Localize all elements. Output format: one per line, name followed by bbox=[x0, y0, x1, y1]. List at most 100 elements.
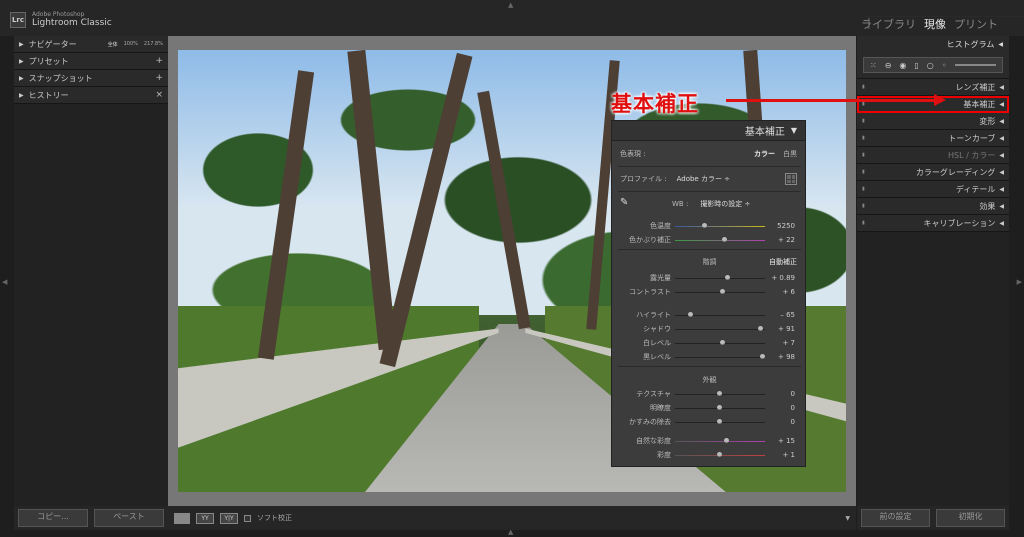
panel-calibration[interactable]: ▮ キャリブレーション ◀ bbox=[857, 215, 1009, 232]
wb-dropdown[interactable]: 撮影時の設定 ÷ bbox=[700, 199, 750, 209]
switch-icon[interactable]: ▮ bbox=[862, 84, 872, 90]
switch-icon[interactable]: ▮ bbox=[862, 135, 872, 141]
zoom-custom[interactable]: 217.8% bbox=[144, 41, 163, 47]
switch-icon[interactable]: ▮ bbox=[862, 186, 872, 192]
healing-icon[interactable]: ⊖ bbox=[885, 61, 892, 70]
presets-header[interactable]: ▶ プリセット + bbox=[14, 53, 168, 70]
tint-slider[interactable] bbox=[675, 236, 765, 244]
before-after-split-button[interactable]: Y|Y bbox=[220, 512, 238, 524]
graduated-filter-icon[interactable]: ▯ bbox=[914, 61, 918, 70]
snapshots-label: スナップショット bbox=[28, 73, 93, 83]
slider-value[interactable]: – 65 bbox=[765, 311, 801, 319]
slider-label: 彩度 bbox=[657, 451, 671, 459]
texture-slider[interactable] bbox=[675, 390, 765, 398]
expand-icon: ▶ bbox=[19, 91, 24, 99]
slider-label: 白レベル bbox=[643, 339, 671, 347]
navigator-header[interactable]: ▶ ナビゲーター 全体 100% 217.8% bbox=[14, 36, 168, 53]
blacks-slider[interactable] bbox=[675, 353, 766, 361]
dehaze-slider[interactable] bbox=[675, 418, 765, 426]
slider-value[interactable]: + 1 bbox=[765, 451, 801, 459]
zoom-fit[interactable]: 全体 bbox=[108, 41, 118, 48]
highlights-slider[interactable] bbox=[675, 311, 765, 319]
divider bbox=[618, 366, 801, 367]
panel-hsl[interactable]: ▮ HSL / カラー ◀ bbox=[857, 147, 1009, 164]
saturation-slider[interactable] bbox=[675, 451, 765, 459]
collapse-icon[interactable]: ▼ bbox=[791, 126, 797, 135]
switch-icon[interactable]: ▮ bbox=[862, 152, 872, 158]
panel-tone-curve[interactable]: ▮ トーンカーブ ◀ bbox=[857, 130, 1009, 147]
crop-icon[interactable]: ⁙ bbox=[870, 61, 877, 70]
exposure-slider[interactable] bbox=[675, 274, 765, 282]
wb-row: ✎ WB : 撮影時の設定 ÷ bbox=[620, 197, 797, 211]
switch-icon[interactable]: ▮ bbox=[862, 118, 872, 124]
histogram-header[interactable]: ヒストグラム ◀ bbox=[857, 36, 1009, 53]
slider-label: ハイライト bbox=[636, 311, 671, 319]
slider-value[interactable]: + 22 bbox=[765, 236, 801, 244]
slider-value[interactable]: 0 bbox=[765, 418, 801, 426]
right-panel-toggle-icon[interactable]: ▶ bbox=[1017, 278, 1022, 286]
soft-proof-label: ソフト校正 bbox=[257, 514, 292, 522]
panel-effects[interactable]: ▮ 効果 ◀ bbox=[857, 198, 1009, 215]
expand-icon: ▶ bbox=[19, 57, 24, 65]
contrast-slider[interactable] bbox=[675, 288, 765, 296]
treatment-bw-button[interactable]: 白黒 bbox=[783, 149, 797, 159]
brush-size-bar[interactable] bbox=[954, 64, 996, 66]
add-preset-button[interactable]: + bbox=[155, 56, 163, 66]
shadows-slider[interactable] bbox=[675, 325, 765, 333]
left-panel-toggle-icon[interactable]: ◀ bbox=[2, 278, 7, 286]
zoom-100[interactable]: 100% bbox=[124, 41, 138, 47]
basic-panel-header[interactable]: 基本補正 ▼ bbox=[612, 121, 805, 141]
loupe-view-button[interactable] bbox=[174, 512, 190, 524]
panel-transform[interactable]: ▮ 変形 ◀ bbox=[857, 113, 1009, 130]
eyedropper-icon[interactable]: ✎ bbox=[620, 197, 634, 211]
panel-color-grading[interactable]: ▮ カラーグレーディング ◀ bbox=[857, 164, 1009, 181]
soft-proof-checkbox[interactable] bbox=[244, 514, 251, 522]
add-snapshot-button[interactable]: + bbox=[155, 73, 163, 83]
whites-slider[interactable] bbox=[675, 339, 765, 347]
reset-button[interactable]: 初期化 bbox=[936, 509, 1005, 527]
top-panel-toggle-icon[interactable]: ▲ bbox=[508, 1, 513, 9]
panel-label: カラーグレーディング bbox=[915, 167, 996, 177]
vibrance-slider[interactable] bbox=[675, 437, 765, 445]
collapse-icon[interactable]: ◀ bbox=[998, 41, 1003, 48]
history-header[interactable]: ▶ ヒストリー × bbox=[14, 87, 168, 104]
slider-value[interactable]: + 0.89 bbox=[765, 274, 801, 282]
slider-value[interactable]: + 15 bbox=[765, 437, 801, 445]
slider-value[interactable]: 0 bbox=[765, 390, 801, 398]
snapshots-header[interactable]: ▶ スナップショット + bbox=[14, 70, 168, 87]
slider-value[interactable]: + 7 bbox=[765, 339, 801, 347]
treatment-color-button[interactable]: カラー bbox=[754, 149, 775, 159]
module-print[interactable]: プリント bbox=[954, 16, 998, 32]
paste-button[interactable]: ペースト bbox=[94, 509, 164, 527]
switch-icon[interactable]: ▮ bbox=[862, 203, 872, 209]
slider-value[interactable]: + 6 bbox=[765, 288, 801, 296]
panel-detail[interactable]: ▮ ディテール ◀ bbox=[857, 181, 1009, 198]
copy-button[interactable]: コピー... bbox=[18, 509, 88, 527]
brush-icon[interactable]: ◦ bbox=[942, 61, 947, 70]
temp-slider[interactable] bbox=[675, 222, 765, 230]
toolbar-menu-icon[interactable]: ▼ bbox=[845, 515, 850, 522]
slider-value[interactable]: 0 bbox=[765, 404, 801, 412]
auto-button[interactable]: 自動補正 bbox=[769, 257, 797, 267]
clear-history-button[interactable]: × bbox=[155, 90, 163, 100]
slider-temp: 色温度 5250 bbox=[612, 221, 807, 231]
panel-label: レンズ補正 bbox=[955, 82, 996, 92]
redeye-icon[interactable]: ◉ bbox=[899, 61, 906, 70]
switch-icon[interactable]: ▮ bbox=[862, 220, 872, 226]
slider-value[interactable]: + 91 bbox=[765, 325, 801, 333]
profile-browser-icon[interactable] bbox=[785, 173, 797, 185]
radial-filter-icon[interactable]: ○ bbox=[927, 61, 934, 70]
previous-settings-button[interactable]: 前の設定 bbox=[861, 509, 930, 527]
profile-dropdown[interactable]: Adobe カラー ÷ bbox=[677, 174, 730, 184]
module-develop[interactable]: 現像 bbox=[924, 16, 946, 32]
clarity-slider[interactable] bbox=[675, 404, 765, 412]
slider-value[interactable]: 5250 bbox=[765, 222, 801, 230]
slider-value[interactable]: + 98 bbox=[765, 353, 801, 361]
slider-label: 黒レベル bbox=[643, 353, 671, 361]
panel-lens-corrections[interactable]: ▮ レンズ補正 ◀ bbox=[857, 79, 1009, 96]
before-after-button[interactable]: YY bbox=[196, 512, 214, 524]
expand-icon: ◀ bbox=[999, 185, 1004, 193]
expand-icon: ◀ bbox=[999, 202, 1004, 210]
switch-icon[interactable]: ▮ bbox=[862, 169, 872, 175]
slider-shadows: シャドウ + 91 bbox=[612, 324, 807, 334]
